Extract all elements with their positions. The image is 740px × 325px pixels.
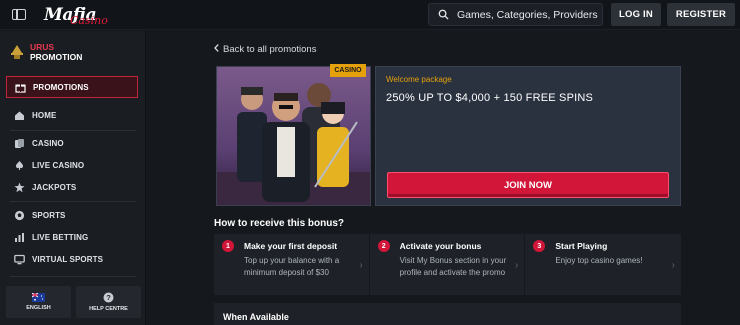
step-title: Activate your bonus bbox=[399, 241, 482, 251]
sidebar-item-jackpots[interactable]: JACKPOTS bbox=[6, 177, 138, 197]
sidebar-promo-banner[interactable]: URUS PROMOTION bbox=[10, 42, 82, 62]
chart-icon bbox=[14, 232, 25, 243]
page: Mafia Casino Games, Categories, Provider… bbox=[0, 0, 740, 325]
step-card-3[interactable]: 3 Start Playing Enjoy top casino games! … bbox=[525, 234, 682, 295]
sidebar-item-sports[interactable]: SPORTS bbox=[6, 205, 138, 225]
australia-flag-icon bbox=[32, 293, 45, 302]
sidebar-item-live-casino[interactable]: LIVE CASINO bbox=[6, 155, 138, 175]
back-label: Back to all promotions bbox=[223, 44, 317, 55]
help-centre-button[interactable]: ? HELP CENTRE bbox=[76, 286, 141, 318]
gangster-hat-icon bbox=[11, 45, 23, 59]
sidebar-item-live-betting[interactable]: LIVE BETTING bbox=[6, 227, 138, 247]
sidebar-item-label: LIVE CASINO bbox=[32, 160, 85, 170]
how-to-receive-heading: How to receive this bonus? bbox=[214, 218, 345, 229]
register-button[interactable]: REGISTER bbox=[667, 3, 735, 26]
chevron-left-icon bbox=[214, 44, 219, 55]
help-icon: ? bbox=[103, 292, 114, 303]
offer-kicker: Welcome package bbox=[386, 75, 452, 84]
chevron-right-icon: › bbox=[671, 260, 676, 271]
monitor-icon bbox=[14, 254, 25, 265]
search-input[interactable]: Games, Categories, Providers bbox=[428, 3, 603, 26]
casino-category-badge: CASINO bbox=[330, 64, 366, 77]
cards-icon bbox=[14, 138, 25, 149]
language-label: ENGLISH bbox=[26, 305, 51, 311]
step-number: 1 bbox=[222, 240, 234, 252]
promo-line-2: PROMOTION bbox=[30, 52, 83, 62]
sidebar-item-virtual-sports[interactable]: VIRTUAL SPORTS bbox=[6, 249, 138, 269]
step-card-2[interactable]: 2 Activate your bonus Visit My Bonus sec… bbox=[369, 234, 525, 295]
sidebar-divider bbox=[10, 130, 136, 131]
step-card-1[interactable]: 1 Make your first deposit Top up your ba… bbox=[214, 234, 369, 295]
step-title: Start Playing bbox=[555, 241, 608, 251]
step-title: Make your first deposit bbox=[244, 241, 338, 251]
sidebar-item-label: SPORTS bbox=[32, 210, 66, 220]
football-icon bbox=[14, 210, 25, 221]
spade-icon bbox=[14, 160, 25, 171]
sidebar-divider bbox=[10, 276, 136, 277]
logo-sub-text: Casino bbox=[70, 13, 108, 27]
home-icon bbox=[14, 110, 25, 121]
when-available-heading: When Available bbox=[223, 312, 289, 322]
sidebar-item-home[interactable]: HOME bbox=[6, 105, 138, 125]
gift-icon bbox=[15, 82, 26, 93]
back-to-promotions-link[interactable]: Back to all promotions bbox=[214, 44, 316, 55]
search-icon bbox=[438, 9, 449, 20]
when-available-section[interactable]: When Available bbox=[214, 303, 681, 325]
sidebar: URUS PROMOTION PROMOTIONS HOME CASINO LI… bbox=[0, 31, 146, 325]
chevron-right-icon: › bbox=[515, 260, 519, 271]
login-button[interactable]: LOG IN bbox=[611, 3, 661, 26]
sidebar-item-casino[interactable]: CASINO bbox=[6, 133, 138, 153]
steps-list: 1 Make your first deposit Top up your ba… bbox=[214, 234, 682, 295]
offer-title: 250% UP TO $4,000 + 150 FREE SPINS bbox=[386, 92, 594, 104]
sidebar-item-label: PROMOTIONS bbox=[33, 82, 89, 92]
logo[interactable]: Mafia Casino bbox=[44, 4, 114, 27]
sidebar-item-promotions[interactable]: PROMOTIONS bbox=[6, 76, 138, 98]
sidebar-item-label: HOME bbox=[32, 110, 57, 120]
step-description: Top up your balance with a minimum depos… bbox=[244, 256, 340, 277]
sidebar-divider bbox=[10, 201, 136, 202]
step-description: Visit My Bonus section in your profile a… bbox=[399, 256, 507, 277]
join-now-button[interactable]: JOIN NOW bbox=[387, 172, 669, 198]
chevron-right-icon: › bbox=[359, 260, 363, 271]
sidebar-item-label: LIVE BETTING bbox=[32, 232, 89, 242]
promotion-hero-image bbox=[216, 66, 371, 206]
sidebar-item-label: CASINO bbox=[32, 138, 64, 148]
search-placeholder: Games, Categories, Providers bbox=[457, 8, 598, 21]
star-icon bbox=[14, 182, 25, 193]
language-selector[interactable]: ENGLISH bbox=[6, 286, 71, 318]
step-number: 2 bbox=[377, 240, 390, 252]
step-number: 3 bbox=[533, 240, 546, 252]
step-description: Enjoy top casino games! bbox=[555, 256, 643, 265]
sidebar-item-label: JACKPOTS bbox=[32, 182, 77, 192]
mafia-characters-illustration bbox=[217, 67, 370, 205]
help-centre-label: HELP CENTRE bbox=[89, 306, 128, 312]
top-bar: Mafia Casino Games, Categories, Provider… bbox=[0, 0, 740, 30]
sidebar-toggle-icon[interactable] bbox=[12, 9, 26, 20]
sidebar-item-label: VIRTUAL SPORTS bbox=[32, 254, 104, 264]
svg-text:?: ? bbox=[106, 293, 111, 302]
promo-line-1: URUS bbox=[30, 42, 55, 52]
